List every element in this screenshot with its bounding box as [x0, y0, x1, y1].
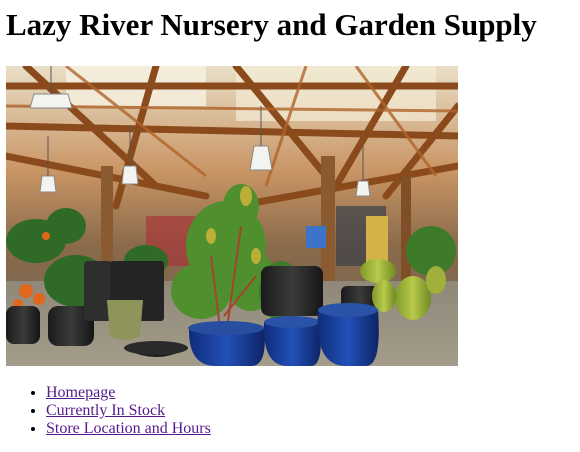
nav-item-currently-in-stock: Currently In Stock: [46, 402, 211, 420]
homepage-link[interactable]: Homepage: [46, 384, 115, 401]
nursery-photo: [6, 66, 458, 366]
page-title: Lazy River Nursery and Garden Supply: [6, 7, 537, 42]
nav-item-homepage: Homepage: [46, 384, 211, 402]
store-location-and-hours-link[interactable]: Store Location and Hours: [46, 420, 211, 437]
nav-item-store-location-and-hours: Store Location and Hours: [46, 420, 211, 438]
main-nav: Homepage Currently In Stock Store Locati…: [6, 384, 211, 438]
currently-in-stock-link[interactable]: Currently In Stock: [46, 402, 165, 419]
